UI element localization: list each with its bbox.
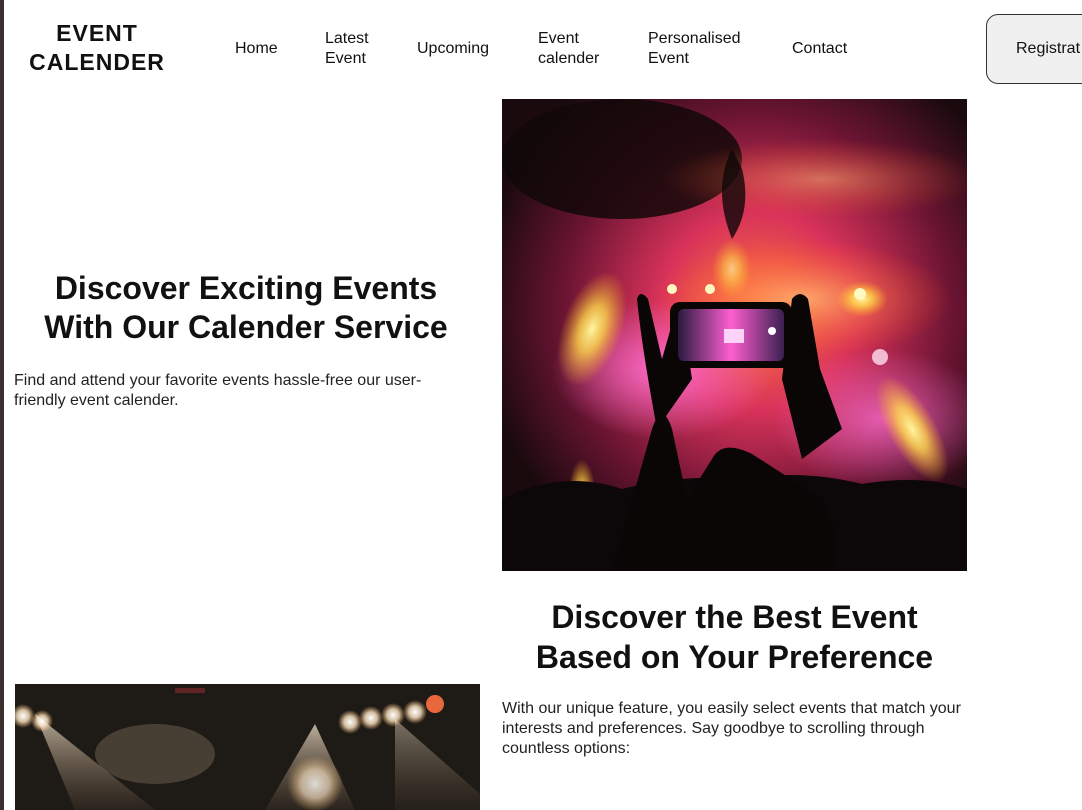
nav-personal-line-1: Personalised [648,30,741,47]
logo-line-2: CALENDER [29,49,165,75]
hero-title-line-1: Discover Exciting Events [54,270,438,306]
concert-crowd-phone-illustration [502,99,967,571]
hero-subtitle: Find and attend your favorite events has… [14,372,422,409]
left-edge-rail [0,0,4,810]
nav-personal-line-2: Event [648,50,689,67]
nav-calender-line-2: calender [538,50,600,67]
site-logo[interactable]: EVENT CALENDER [24,19,170,77]
preference-title-line-1: Discover the Best Event [551,599,918,635]
nav-upcoming-link[interactable]: Upcoming [417,39,489,59]
nav-personalised-event-link[interactable]: Personalised Event [648,29,758,69]
stage-lights-image [15,684,480,810]
stage-lights-illustration [15,684,480,810]
concert-hero-image [502,99,967,571]
hero-title-line-2: With Our Calender Service [44,309,448,345]
nav-contact-link[interactable]: Contact [792,39,847,59]
preference-title-line-2: Based on Your Preference [535,639,934,675]
logo-line-1: EVENT [56,20,138,46]
nav-latest-event-link[interactable]: Latest Event [325,29,385,69]
preference-section-title: Discover the Best Event Based on Your Pr… [502,597,967,677]
hero-title: Discover Exciting Events With Our Calend… [14,269,478,347]
nav-latest-line-1: Latest [325,30,369,47]
preference-description: With our unique feature, you easily sele… [502,700,961,757]
nav-latest-line-2: Event [325,50,366,67]
registration-button[interactable]: Registrat [986,14,1082,84]
nav-home-link[interactable]: Home [235,39,278,59]
nav-calender-line-1: Event [538,30,579,47]
nav-event-calender-link[interactable]: Event calender [538,29,618,69]
